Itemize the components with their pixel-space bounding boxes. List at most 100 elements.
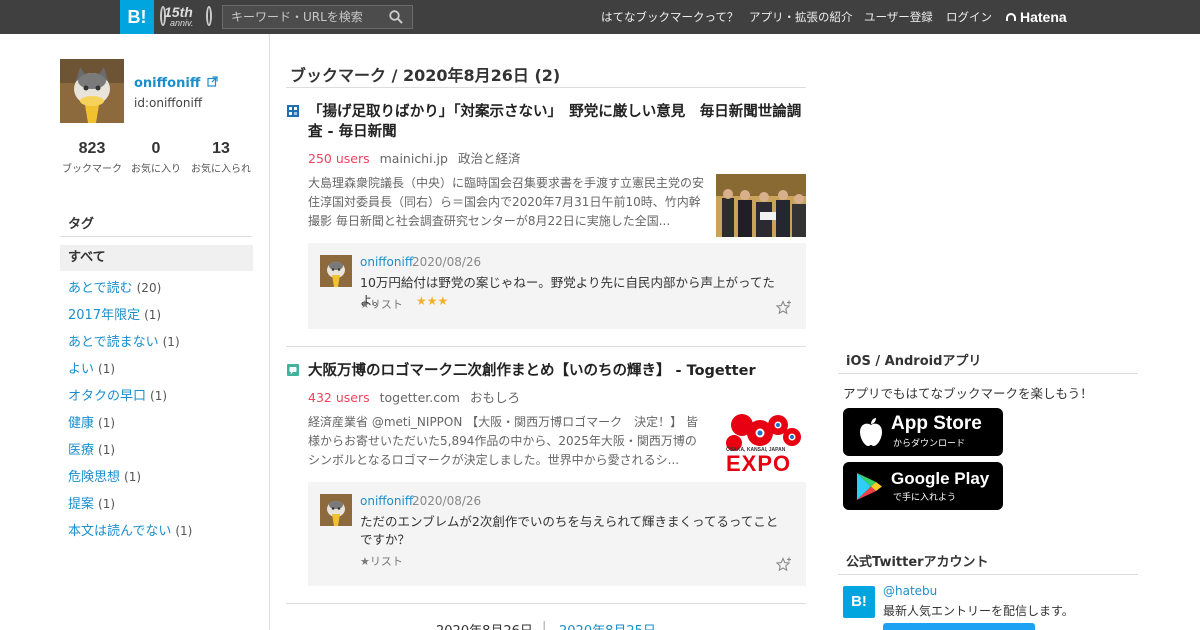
entry-title-link[interactable]: 「揚げ足取りばかり」「対案示さない」 野党に厳しい意見 毎日新聞世論調査 - 毎…	[308, 102, 808, 142]
google-play-title: Google Play	[891, 469, 990, 488]
apps-description: アプリでもはてなブックマークを楽しもう！	[843, 386, 1093, 401]
app-store-title: App Store	[891, 413, 982, 434]
stat-favorites[interactable]: 0 お気に入り	[120, 140, 192, 175]
entry-category[interactable]: 政治と経済	[458, 151, 521, 166]
togetter-favicon-icon	[287, 364, 299, 376]
tag-item[interactable]: 医療 (1)	[68, 439, 115, 458]
divider	[838, 373, 1138, 374]
entry-thumbnail[interactable]: OSAKA, KANSAI, JAPAN EXPO	[720, 413, 806, 476]
tag-label: オタクの早口	[68, 389, 147, 404]
entry-domain[interactable]: mainichi.jp	[380, 151, 448, 166]
stat-value: 0	[151, 140, 161, 157]
tag-item[interactable]: 危険思想 (1)	[68, 466, 141, 485]
entry-meta: 432 users togetter.com おもしろ	[308, 387, 520, 406]
tag-count: (1)	[98, 443, 116, 457]
tag-count: (1)	[144, 308, 162, 322]
commenter-avatar[interactable]	[320, 255, 352, 287]
comment-date[interactable]: 2020/08/26	[412, 255, 481, 269]
apple-icon	[860, 418, 882, 446]
entry-thumbnail[interactable]	[716, 174, 806, 237]
app-store-button[interactable]: App Store からダウンロード	[843, 408, 1003, 456]
anniversary-label: anniv.	[170, 18, 194, 28]
avatar[interactable]	[60, 59, 124, 123]
tag-item[interactable]: 2017年限定 (1)	[68, 304, 161, 323]
nav-register[interactable]: ユーザー登録	[864, 0, 933, 34]
tag-item[interactable]: オタクの早口 (1)	[68, 385, 167, 404]
cat-photo-icon	[60, 59, 124, 123]
hatena-logo-text: Hatena	[1020, 9, 1067, 25]
add-star-icon[interactable]	[776, 557, 792, 573]
nav-login[interactable]: ログイン	[946, 0, 992, 34]
profile-id: id:oniffoniff	[134, 96, 203, 110]
commenter-name[interactable]: oniffoniff	[360, 255, 413, 269]
google-play-icon	[857, 473, 882, 500]
tag-label: 2017年限定	[68, 308, 141, 323]
tag-item[interactable]: 健康 (1)	[68, 412, 115, 431]
commenter-name[interactable]: oniffoniff	[360, 494, 413, 508]
stat-favorited[interactable]: 13 お気に入られ	[185, 140, 257, 175]
star-list-button[interactable]: ★リスト	[360, 553, 403, 569]
users-count-link[interactable]: 432 users	[308, 390, 370, 405]
twitter-follow-button[interactable]	[883, 623, 1035, 630]
star-rating[interactable]: ★★★	[416, 294, 448, 308]
mainichi-favicon-icon	[287, 105, 299, 117]
tag-all[interactable]: すべて	[60, 245, 253, 271]
hatebu-logo[interactable]: B!	[120, 0, 154, 34]
entry-title-link[interactable]: 大阪万博のロゴマーク二次創作まとめ【いのちの輝き】 - Togetter	[308, 361, 808, 381]
twitter-handle-link[interactable]: @hatebu	[883, 584, 937, 598]
divider	[60, 236, 252, 237]
add-star-icon[interactable]	[776, 300, 792, 316]
entry-meta: 250 users mainichi.jp 政治と経済	[308, 148, 520, 167]
entry-domain[interactable]: togetter.com	[380, 390, 460, 405]
profile-name[interactable]: oniffoniff	[134, 76, 218, 91]
tag-count: (1)	[175, 524, 193, 538]
hatena-mark-icon	[1006, 13, 1016, 21]
search-input[interactable]	[231, 9, 381, 25]
entry-category[interactable]: おもしろ	[470, 390, 520, 405]
comment-date[interactable]: 2020/08/26	[412, 494, 481, 508]
pager-separator: |	[542, 620, 547, 630]
bookmark-comment: oniffoniff 2020/08/26 ただのエンブレムが2次創作でいのちを…	[308, 482, 806, 586]
tag-item[interactable]: 本文は読んでない (1)	[68, 520, 192, 539]
tag-label: 提案	[68, 497, 95, 512]
anniversary-badge: 15th anniv.	[160, 4, 214, 30]
divider	[286, 87, 806, 88]
tag-item[interactable]: あとで読まない (1)	[68, 331, 180, 350]
tag-label: よい	[68, 362, 95, 377]
twitter-description: 最新人気エントリーを配信します。	[883, 604, 1074, 618]
apps-heading: iOS / Androidアプリ	[846, 354, 982, 369]
search-box	[222, 5, 413, 29]
tag-count: (1)	[98, 362, 116, 376]
stat-bookmarks[interactable]: 823 ブックマーク	[56, 140, 128, 175]
star-list-button[interactable]: ★リスト	[360, 296, 403, 312]
entry-summary: 経済産業省 @meti_NIPPON 【大阪・関西万博ロゴマーク 決定！】 皆様…	[308, 415, 698, 467]
tag-count: (1)	[98, 497, 116, 511]
twitter-account-icon[interactable]: B!	[843, 586, 875, 618]
tag-item[interactable]: よい (1)	[68, 358, 115, 377]
tag-count: (1)	[98, 416, 116, 430]
pager-next-link[interactable]: 2020年8月25日	[559, 620, 656, 630]
tag-item[interactable]: 提案 (1)	[68, 493, 115, 512]
search-icon[interactable]	[389, 10, 403, 24]
tag-count: (1)	[124, 470, 142, 484]
tag-label: あとで読む	[68, 281, 133, 296]
app-store-subtitle: からダウンロード	[893, 439, 966, 449]
profile-sidebar: oniffoniff id:oniffoniff 823 ブックマーク 0 お気…	[0, 34, 270, 630]
tags-heading: タグ	[68, 217, 95, 232]
stat-value: 823	[78, 140, 106, 157]
users-count-link[interactable]: 250 users	[308, 151, 370, 166]
nav-apps[interactable]: アプリ・拡張の紹介	[749, 0, 853, 34]
entry-summary: 大島理森衆院議長（中央）に臨時国会召集要求書を手渡す立憲民主党の安住淳国対委員長…	[308, 176, 705, 228]
laurel-right-icon	[206, 6, 212, 26]
hatena-logo[interactable]: Hatena	[1006, 0, 1067, 34]
page-title: ブックマーク / 2020年8月26日 (2)	[290, 66, 561, 85]
google-play-button[interactable]: Google Play で手に入れよう	[843, 462, 1003, 510]
tag-item[interactable]: あとで読む (20)	[68, 277, 161, 296]
stat-label: お気に入り	[131, 164, 181, 175]
tag-count: (1)	[150, 389, 168, 403]
external-link-icon	[207, 76, 218, 87]
tag-label: 危険思想	[68, 470, 121, 485]
tag-count: (20)	[136, 281, 162, 295]
nav-about[interactable]: はてなブックマークって？	[601, 0, 738, 34]
commenter-avatar[interactable]	[320, 494, 352, 526]
